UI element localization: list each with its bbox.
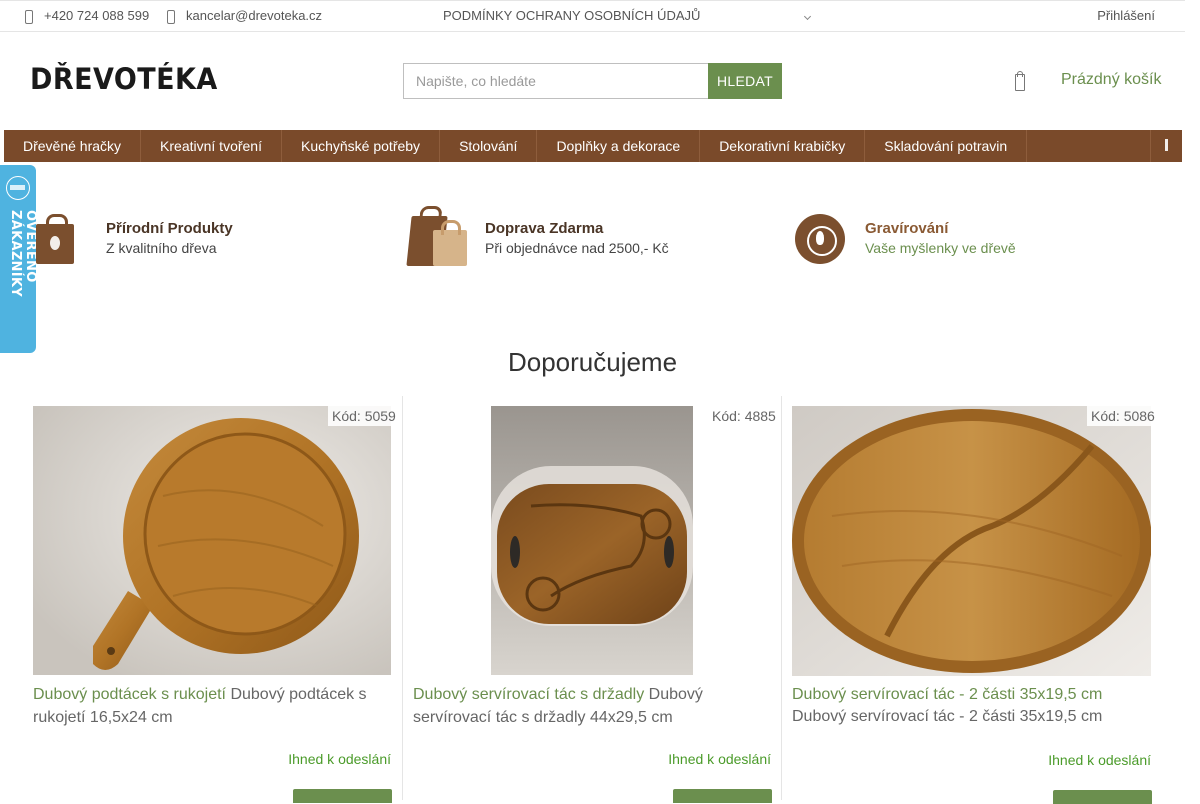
usp-subtitle: Z kvalitního dřeva [106, 240, 217, 256]
add-to-cart-button[interactable] [1053, 790, 1152, 804]
product-name: Dubový podtácek s rukojetí Dubový podtác… [33, 683, 393, 729]
shopping-bags-icon [406, 206, 473, 270]
nav-item-decor[interactable]: Doplňky a dekorace [537, 130, 701, 162]
shopping-bag-icon [1013, 70, 1027, 91]
chevron-down-icon[interactable] [803, 12, 812, 21]
search-form: HLEDAT [403, 63, 782, 99]
nav-item-food-storage[interactable]: Skladování potravin [865, 130, 1028, 162]
availability-status: Ihned k odeslání [1048, 752, 1151, 768]
site-logo[interactable]: DŘEVOTÉKA [24, 55, 217, 103]
product-link[interactable]: Dubový podtácek s rukojetí [33, 686, 226, 703]
availability-status: Ihned k odeslání [288, 751, 391, 767]
product-image[interactable] [491, 406, 693, 675]
product-code: Kód: 4885 [708, 406, 780, 426]
usp-title: Doprava Zdarma [485, 220, 604, 237]
nav-item-wooden-toys[interactable]: Dřevěné hračky [4, 130, 142, 162]
login-link[interactable]: Přihlášení [1097, 8, 1155, 23]
two-part-oval-tray-image [792, 406, 1151, 676]
top-bar: +420 724 088 599 kancelar@drevoteka.cz P… [0, 0, 1185, 32]
bag-leaf-icon [30, 206, 94, 270]
usp-title: Přírodní Produkty [106, 220, 233, 237]
usp-free-shipping: Doprava Zdarma Při objednávce nad 2500,-… [406, 206, 669, 270]
usp-subtitle: Vaše myšlenky ve dřevě [865, 240, 1016, 256]
nav-item-boxes[interactable]: Dekorativní krabičky [700, 130, 866, 162]
product-card[interactable]: Kód: 4885 Dubový servírovací tác s držad… [402, 396, 781, 803]
cart[interactable]: Prázdný košík [1013, 70, 1161, 91]
usp-natural-products: Přírodní Produkty Z kvalitního dřeva [30, 206, 233, 270]
email-contact[interactable]: kancelar@drevoteka.cz [166, 8, 322, 24]
nav-item-kitchen[interactable]: Kuchyňské potřeby [282, 130, 441, 162]
product-card[interactable]: Kód: 5086 Dubový servírovací tác - 2 čás… [781, 396, 1160, 804]
recommended-heading: Doporučujeme [507, 347, 678, 377]
mail-icon [166, 9, 176, 24]
round-board-with-handle-image [33, 406, 391, 675]
product-name: Dubový servírovací tác s držadly Dubový … [413, 683, 773, 729]
product-code: Kód: 5086 [1087, 406, 1159, 426]
usp-title: Gravírování [865, 220, 949, 237]
privacy-policy-link[interactable]: PODMÍNKY OCHRANY OSOBNÍCH ÚDAJŮ [443, 8, 700, 23]
usp-engraving: Gravírování Vaše myšlenky ve dřevě [789, 206, 1016, 270]
product-description: Dubový servírovací tác - 2 části 35x19,5… [792, 708, 1103, 725]
add-to-cart-button[interactable] [673, 789, 772, 803]
email-address[interactable]: kancelar@drevoteka.cz [186, 8, 322, 23]
nav-item-dining[interactable]: Stolování [440, 130, 538, 162]
product-link[interactable]: Dubový servírovací tác s držadly [413, 686, 644, 703]
availability-status: Ihned k odeslání [668, 751, 771, 767]
phone-contact[interactable]: +420 724 088 599 [24, 8, 149, 24]
phone-number[interactable]: +420 724 088 599 [44, 8, 149, 23]
search-input[interactable] [403, 63, 708, 99]
product-link[interactable]: Dubový servírovací tác - 2 části 35x19,5… [792, 686, 1102, 703]
add-to-cart-button[interactable] [293, 789, 392, 803]
engraving-leaf-icon [789, 206, 853, 270]
product-image[interactable] [792, 406, 1151, 676]
main-navigation: Dřevěné hračky Kreativní tvoření Kuchyňs… [4, 130, 1182, 162]
product-image[interactable] [33, 406, 391, 675]
product-name: Dubový servírovací tác - 2 části 35x19,5… [792, 684, 1157, 728]
nav-item-creative[interactable]: Kreativní tvoření [141, 130, 282, 162]
search-button[interactable]: HLEDAT [708, 63, 782, 99]
tray-with-handles-image [491, 406, 693, 675]
nav-more-button[interactable] [1150, 130, 1182, 162]
phone-icon [24, 9, 34, 24]
product-card[interactable]: Kód: 5059 Dubový podtácek s rukojetí Dub… [23, 396, 402, 803]
cart-label[interactable]: Prázdný košík [1061, 71, 1161, 89]
product-code: Kód: 5059 [328, 406, 400, 426]
logo-text: DŘEVOTÉKA [30, 62, 218, 96]
verified-seal-icon [6, 176, 30, 200]
usp-subtitle: Při objednávce nad 2500,- Kč [485, 240, 669, 256]
